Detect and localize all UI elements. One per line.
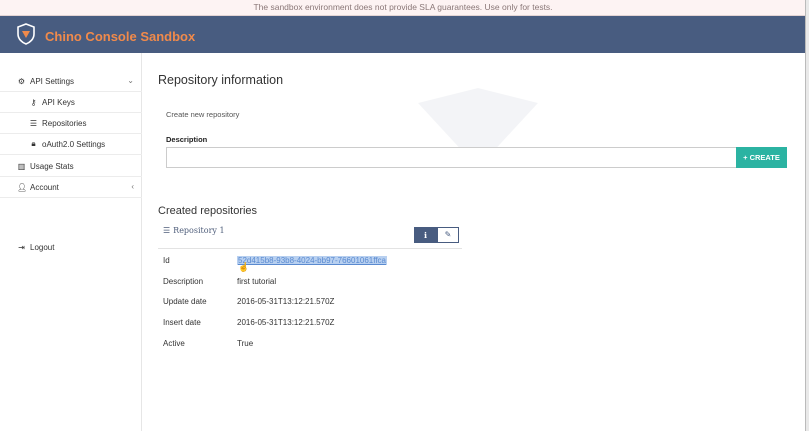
description-label: Description	[166, 135, 208, 144]
active-value: True	[237, 339, 254, 348]
repository-id-link[interactable]: 52d415b8-93b8-4024-bb97-76601061ffca	[237, 256, 387, 265]
sign-out-icon: ⇥	[18, 243, 25, 252]
update-date-label: Update date	[163, 297, 207, 306]
user-icon: 👤︎	[17, 182, 28, 192]
brand[interactable]: Chino Console Sandbox	[16, 23, 195, 50]
bar-chart-icon: ▥	[17, 161, 26, 171]
description-input[interactable]	[166, 147, 737, 168]
sidebar-item-api-settings[interactable]: ⚙ API Settings ⌄	[0, 71, 142, 92]
sidebar-item-account[interactable]: 👤︎ Account ‹	[0, 177, 142, 198]
insert-date-label: Insert date	[163, 318, 201, 327]
database-icon: ☰	[29, 118, 38, 128]
id-label: Id	[163, 256, 170, 265]
insert-date-value: 2016-05-31T13:12:21.570Z	[237, 318, 335, 327]
sidebar-item-label: Repositories	[42, 118, 87, 128]
repository-name: Repository 1	[173, 226, 225, 235]
app-title: Chino Console Sandbox	[45, 29, 196, 44]
sidebar-item-api-keys[interactable]: ⚷ API Keys	[0, 92, 142, 113]
sidebar-item-label: Account	[30, 182, 59, 192]
sidebar-item-oauth-settings[interactable]: 🔒︎ oAuth2.0 Settings	[0, 134, 142, 155]
database-icon: ☰	[163, 226, 171, 235]
gears-icon: ⚙	[17, 76, 26, 86]
browser-viewport: The sandbox environment does not provide…	[0, 0, 806, 431]
divider	[158, 248, 462, 249]
edit-button[interactable]: ✎	[437, 227, 459, 243]
info-icon: ℹ	[423, 231, 428, 240]
sidebar-item-label: Logout	[30, 243, 55, 252]
info-button[interactable]: ℹ	[414, 227, 437, 243]
sidebar-item-label: API Keys	[42, 97, 75, 107]
section-title: Created repositories	[158, 205, 258, 217]
top-navbar: Chino Console Sandbox	[0, 16, 805, 53]
create-button[interactable]: + CREATE	[736, 147, 787, 168]
active-label: Active	[163, 339, 185, 348]
page-title: Repository information	[158, 73, 284, 87]
sla-warning-banner: The sandbox environment does not provide…	[0, 0, 805, 16]
main-content: Repository information Create new reposi…	[143, 53, 805, 431]
description-value: first tutorial	[237, 277, 277, 286]
repository-title: ☰ Repository 1	[163, 226, 225, 235]
sidebar-item-label: Usage Stats	[30, 161, 74, 171]
sidebar-item-label: API Settings	[30, 76, 75, 86]
create-hint: Create new repository	[166, 110, 240, 119]
edit-icon: ✎	[444, 230, 452, 239]
chevron-down-icon: ⌄	[127, 76, 134, 85]
sidebar-item-usage-stats[interactable]: ▥ Usage Stats	[0, 156, 142, 177]
sidebar: ⚙ API Settings ⌄ ⚷ API Keys ☰ Repositori…	[0, 53, 142, 431]
repository-actions: ℹ ✎	[414, 227, 459, 243]
update-date-value: 2016-05-31T13:12:21.570Z	[237, 297, 335, 306]
lock-icon: 🔒︎	[31, 139, 36, 148]
description-row-label: Description	[163, 277, 204, 286]
sidebar-item-logout[interactable]: ⇥ Logout	[17, 243, 54, 252]
hand-cursor-icon: ☝	[238, 262, 250, 272]
shield-logo-icon	[16, 23, 36, 50]
key-icon: ⚷	[30, 97, 37, 107]
sidebar-item-repositories[interactable]: ☰ Repositories	[0, 113, 142, 134]
sidebar-item-label: oAuth2.0 Settings	[42, 139, 106, 149]
chevron-left-icon: ‹	[131, 182, 134, 191]
